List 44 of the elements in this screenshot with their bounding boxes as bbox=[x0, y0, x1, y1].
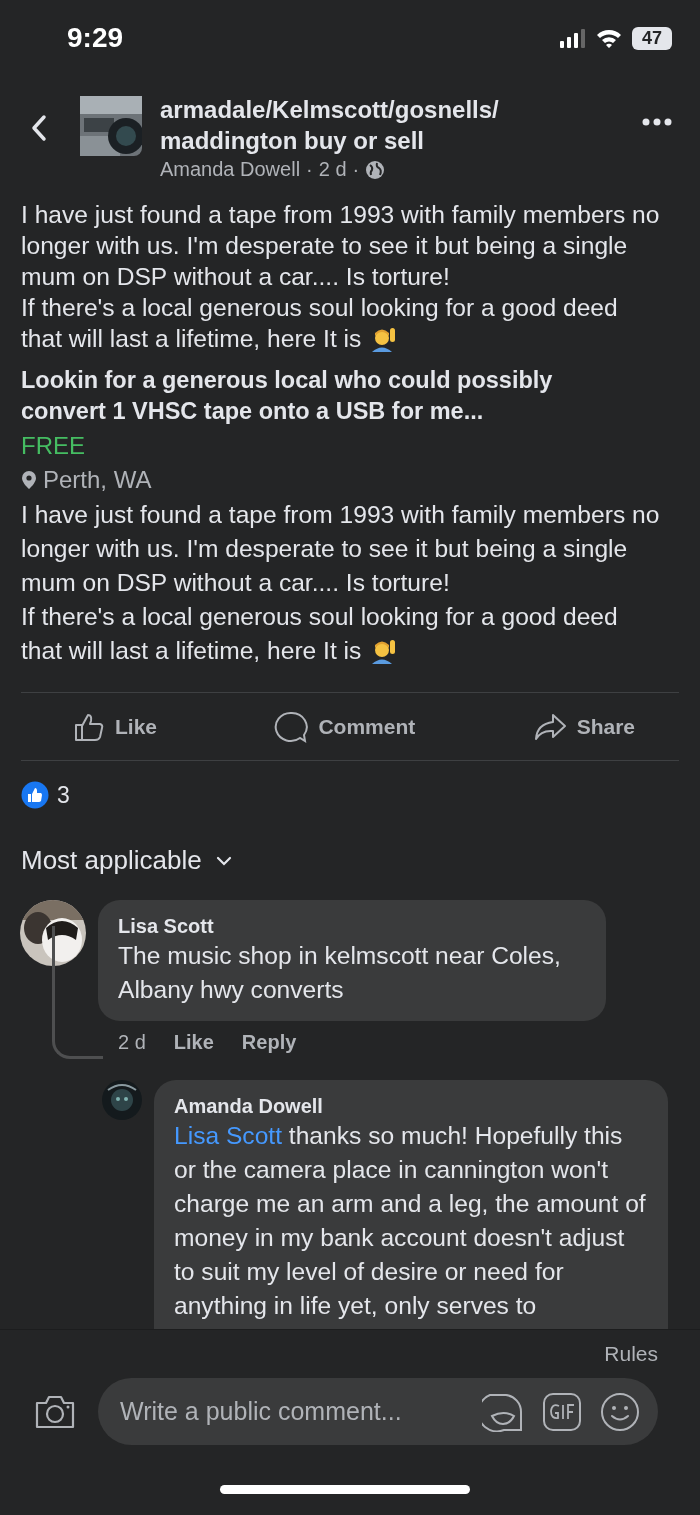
comment-input-field[interactable]: Write a public comment... bbox=[118, 1396, 464, 1427]
comment-action-link[interactable]: Like bbox=[173, 1031, 214, 1054]
wifi-icon bbox=[596, 28, 622, 48]
more-icon[interactable] bbox=[642, 118, 672, 126]
battery-indicator: 47 bbox=[632, 26, 672, 50]
commenter-name[interactable]: Lisa Scott bbox=[118, 913, 586, 939]
comment-text: The music shop in kelmscott near Coles, Albany hwy converts bbox=[118, 941, 562, 1005]
sticker-icon[interactable] bbox=[482, 1391, 524, 1432]
group-name[interactable]: armadale/Kelmscott/gosnells/ maddington buy or sell bbox=[160, 94, 642, 156]
post-text: I have just found a tape from 1993 with family members no longer with us. I'm desperate to see it but being a single mum on DSP without a car.... Is torture! bbox=[21, 200, 661, 292]
listing-location: Perth, WA bbox=[43, 466, 152, 494]
author-name[interactable]: Amanda Dowell bbox=[160, 158, 301, 181]
like-reaction-icon bbox=[21, 781, 49, 809]
comment-button[interactable]: Comment bbox=[274, 710, 416, 743]
emoji-icon[interactable] bbox=[600, 1391, 640, 1432]
like-button[interactable]: Like bbox=[73, 710, 158, 743]
post-text: If there's a local generous soul looking for a good deed that will last a lifetime, here It is bbox=[21, 293, 619, 354]
back-icon[interactable] bbox=[30, 114, 48, 142]
listing-description: I have just found a tape from 1993 with family members no longer with us. I'm desperate to see it but being a single mum on DSP without a car.... Is torture! bbox=[21, 500, 661, 598]
sort-dropdown[interactable]: Most applicable bbox=[21, 845, 232, 876]
status-time: 9:29 bbox=[67, 22, 124, 54]
gif-icon[interactable] bbox=[542, 1391, 582, 1432]
comment-bar[interactable]: Write a public comment... bbox=[98, 1378, 658, 1445]
separator-dot: · bbox=[306, 158, 313, 181]
globe-icon bbox=[365, 159, 386, 180]
signal-icon bbox=[560, 28, 586, 48]
listing-price: FREE bbox=[21, 432, 86, 460]
comment-action-link[interactable]: Reply bbox=[241, 1031, 297, 1054]
chevron-down-icon bbox=[215, 855, 232, 866]
mention-link[interactable]: Lisa Scott bbox=[174, 1122, 282, 1149]
listing-description: If there's a local generous soul looking for a good deed that will last a lifetime, here It is bbox=[21, 602, 619, 666]
separator-dot: · bbox=[352, 158, 360, 181]
comment-time: 2 d bbox=[118, 1031, 146, 1054]
rules-link[interactable]: Rules bbox=[604, 1342, 658, 1366]
share-arrow-icon bbox=[532, 711, 567, 742]
commenter-name[interactable]: Amanda Dowell bbox=[174, 1093, 648, 1119]
listing-title: Lookin for a generous local who could possibly convert 1 VHSC tape onto a USB for me... bbox=[21, 366, 554, 426]
comment-text: Lisa Scott thanks so much! Hopefully this or the camera place in cannington won't charge me an arm and a leg, the amount of money in my bank account doesn't adjust to suit my level of desire or need for anything in life yet, only serves to bbox=[174, 1121, 647, 1321]
share-button[interactable]: Share bbox=[532, 711, 635, 742]
reaction-count[interactable]: 3 bbox=[57, 781, 70, 809]
location-pin-icon bbox=[21, 470, 37, 490]
post-time: 2 d bbox=[318, 158, 347, 181]
camera-icon[interactable] bbox=[34, 1393, 76, 1430]
speech-bubble-icon bbox=[274, 710, 309, 743]
